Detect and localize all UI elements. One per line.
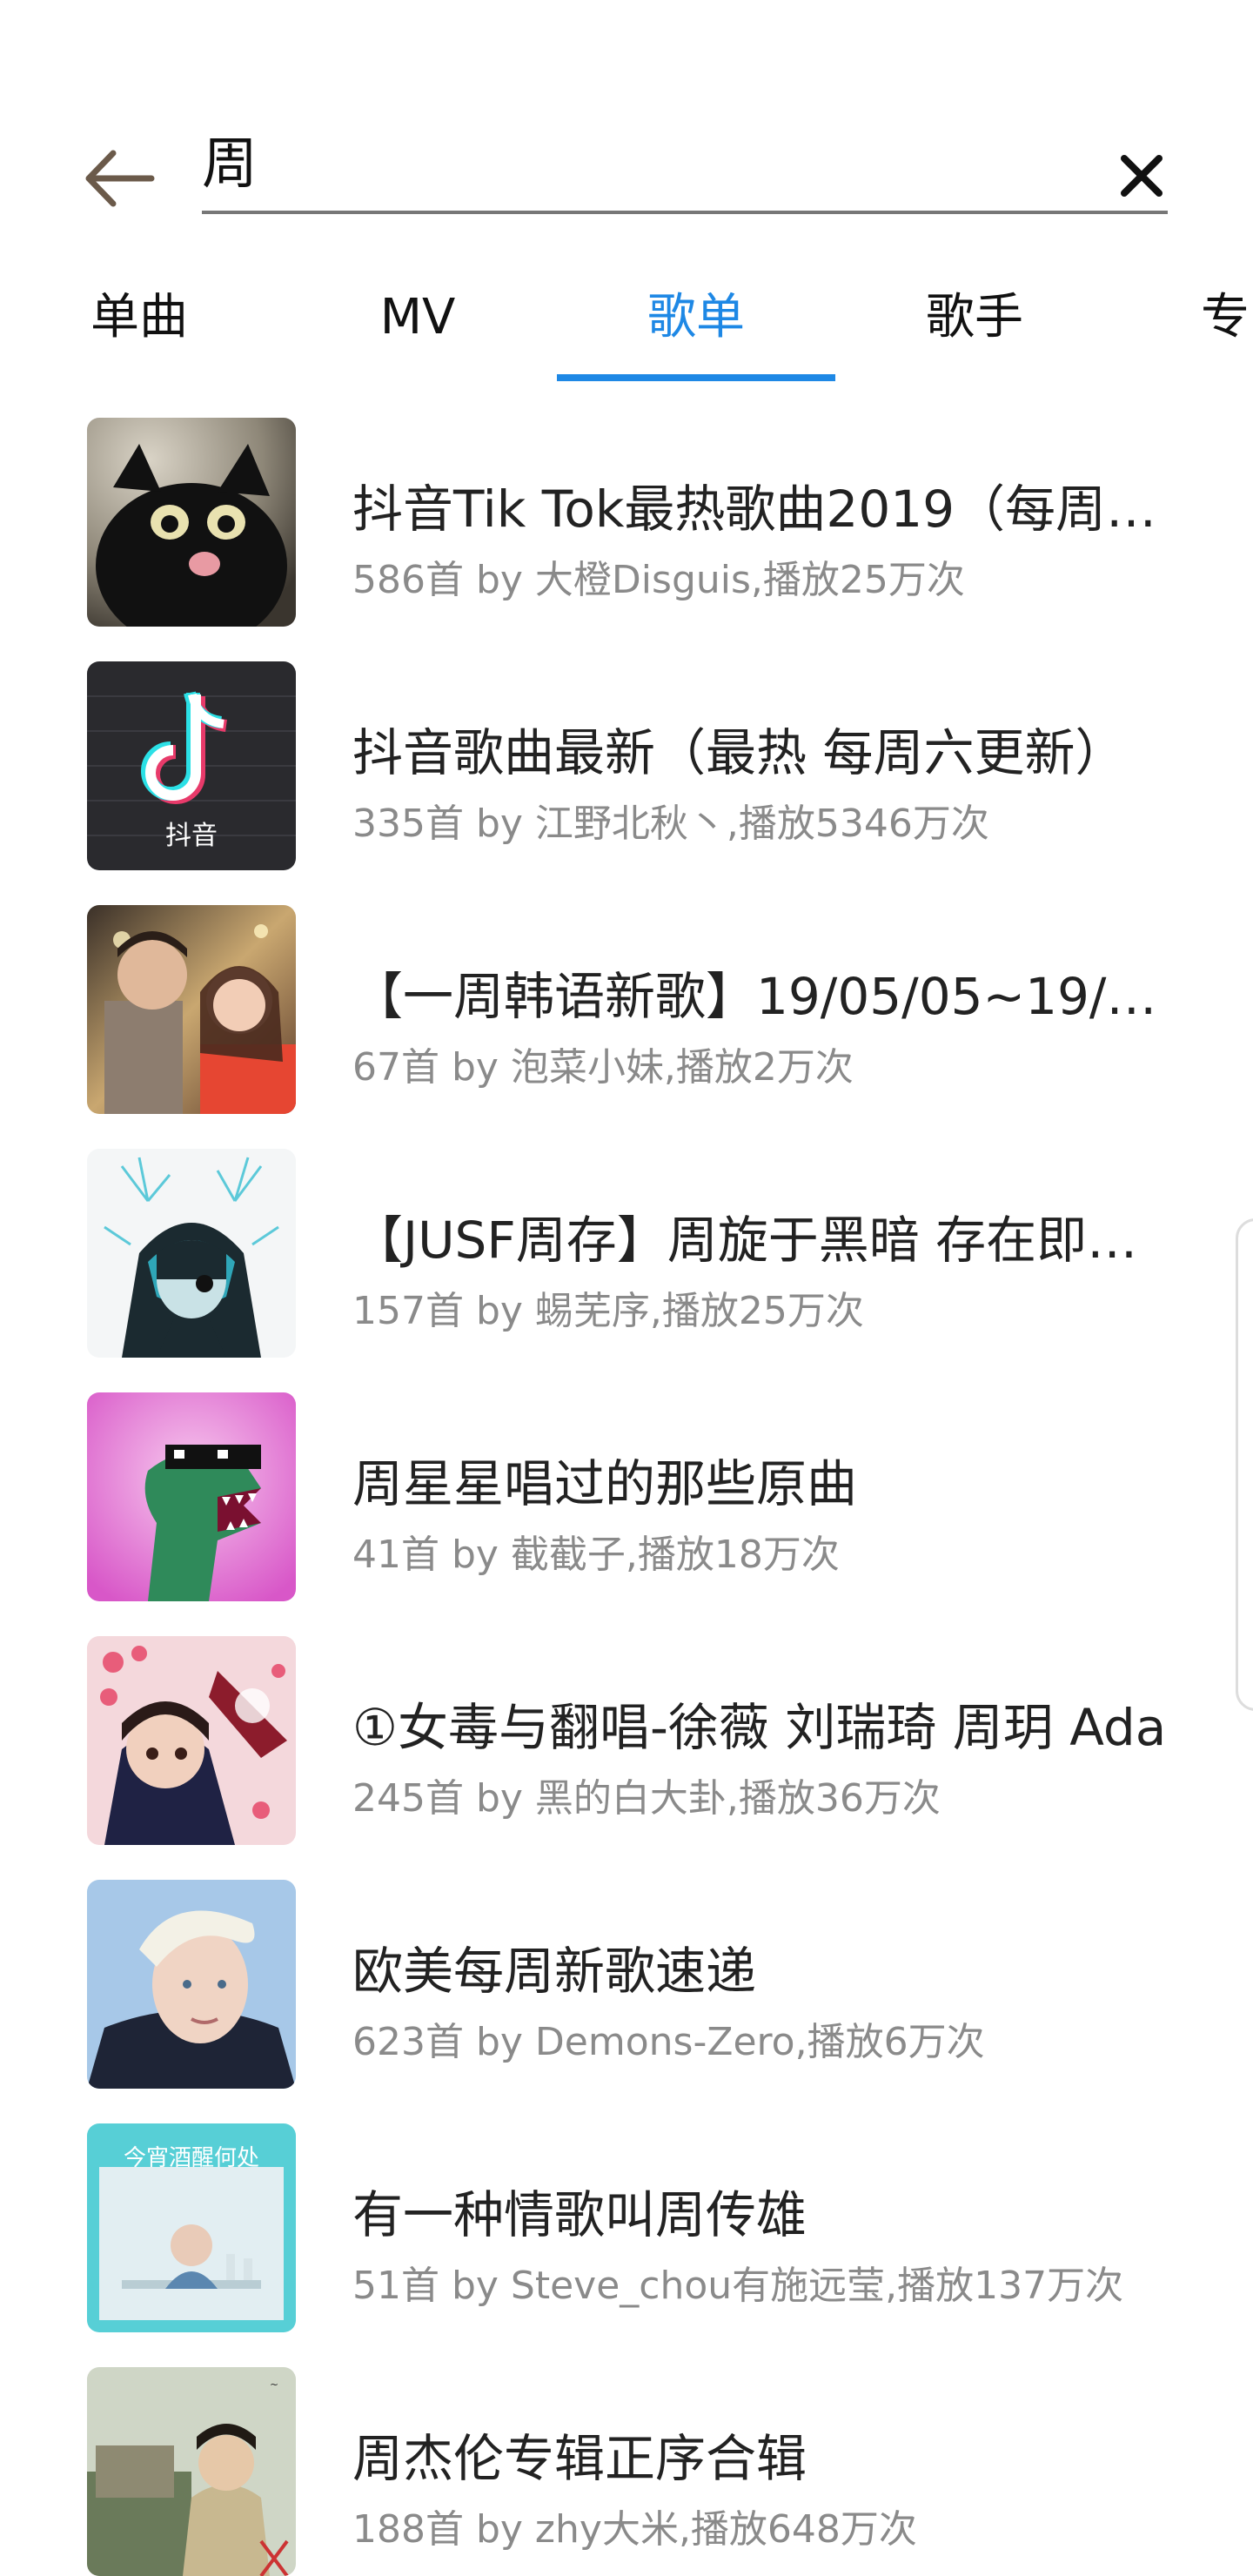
playlist-item[interactable]: 抖音 抖音歌曲最新（最热 每周六更新） 335首 by 江野北秋丶,播放5346… bbox=[0, 661, 1253, 905]
playlist-item[interactable]: ①女毒与翻唱-徐薇 刘瑞琦 周玥 Ada 245首 by 黑的白大卦,播放36万… bbox=[0, 1636, 1253, 1880]
search-input[interactable]: 周 bbox=[202, 125, 1168, 214]
playlist-meta: 335首 by 江野北秋丶,播放5346万次 bbox=[352, 802, 989, 846]
playlist-item[interactable]: 今宵酒醒何处 有一种情歌叫周传雄 51首 by Steve_chou有施远莹,播… bbox=[0, 2123, 1253, 2367]
tab-artists[interactable]: 歌手 bbox=[888, 265, 1062, 374]
playlist-title: 有一种情歌叫周传雄 bbox=[352, 2185, 807, 2244]
playlist-title: 周星星唱过的那些原曲 bbox=[352, 1454, 858, 1513]
playlist-title: 欧美每周新歌速递 bbox=[352, 1942, 757, 2001]
playlist-title: 【一周韩语新歌】19/05/05~19/… bbox=[352, 967, 1157, 1026]
svg-text:~: ~ bbox=[270, 2378, 278, 2391]
playlist-item[interactable]: 周星星唱过的那些原曲 41首 by 截截子,播放18万次 bbox=[0, 1392, 1253, 1636]
scrollbar[interactable] bbox=[1236, 1218, 1253, 1711]
playlist-item[interactable]: 【一周韩语新歌】19/05/05~19/… 67首 by 泡菜小妹,播放2万次 bbox=[0, 905, 1253, 1149]
cover-text: 抖音 bbox=[165, 821, 218, 851]
playlist-cover bbox=[87, 1149, 296, 1358]
playlist-item[interactable]: ~ 周杰伦专辑正序合辑 188首 by zhy大米,播放648万次 bbox=[0, 2367, 1253, 2576]
playlist-title: 抖音歌曲最新（最热 每周六更新） bbox=[352, 723, 1126, 782]
search-query: 周 bbox=[202, 132, 258, 197]
playlist-title: 【JUSF周存】周旋于黑暗 存在即… bbox=[352, 1211, 1138, 1270]
cover-text: 今宵酒醒何处 bbox=[124, 2145, 259, 2171]
close-icon bbox=[1121, 155, 1163, 197]
playlist-cover bbox=[87, 905, 296, 1114]
playlist-cover: 今宵酒醒何处 bbox=[87, 2123, 296, 2332]
tab-mv[interactable]: MV bbox=[331, 265, 505, 374]
playlist-title: 抖音Tik Tok最热歌曲2019（每周… bbox=[352, 480, 1157, 539]
tab-playlists[interactable]: 歌单 bbox=[609, 265, 783, 374]
playlist-meta: 51首 by Steve_chou有施远莹,播放137万次 bbox=[352, 2264, 1124, 2308]
active-tab-indicator bbox=[557, 374, 835, 381]
playlist-cover bbox=[87, 1636, 296, 1845]
search-results-page: 周 单曲 MV 歌单 歌手 专 抖音Tik Tok最热歌曲2019（每周… 58… bbox=[0, 0, 1253, 2576]
playlist-meta: 245首 by 黑的白大卦,播放36万次 bbox=[352, 1776, 941, 1821]
back-button[interactable] bbox=[78, 139, 157, 218]
playlist-item[interactable]: 欧美每周新歌速递 623首 by Demons-Zero,播放6万次 bbox=[0, 1880, 1253, 2123]
tab-albums[interactable]: 专 bbox=[1166, 265, 1253, 374]
playlist-meta: 623首 by Demons-Zero,播放6万次 bbox=[352, 2020, 985, 2064]
playlist-cover bbox=[87, 1880, 296, 2089]
search-bar: 周 bbox=[0, 104, 1253, 226]
playlist-cover bbox=[87, 418, 296, 627]
playlist-meta: 586首 by 大橙Disguis,播放25万次 bbox=[352, 558, 965, 602]
playlist-meta: 41首 by 截截子,播放18万次 bbox=[352, 1533, 840, 1577]
playlist-meta: 67首 by 泡菜小妹,播放2万次 bbox=[352, 1045, 854, 1090]
arrow-left-icon bbox=[85, 150, 155, 207]
playlist-meta: 157首 by 蜴芜序,播放25万次 bbox=[352, 1289, 864, 1333]
playlist-cover: ~ bbox=[87, 2367, 296, 2576]
playlist-cover bbox=[87, 1392, 296, 1601]
clear-button[interactable] bbox=[1116, 150, 1168, 202]
playlist-item[interactable]: 抖音Tik Tok最热歌曲2019（每周… 586首 by 大橙Disguis,… bbox=[0, 418, 1253, 661]
playlist-meta: 188首 by zhy大米,播放648万次 bbox=[352, 2507, 917, 2552]
playlist-title: 周杰伦专辑正序合辑 bbox=[352, 2429, 807, 2488]
playlist-cover: 抖音 bbox=[87, 661, 296, 870]
category-tabs: 单曲 MV 歌单 歌手 专 bbox=[0, 265, 1253, 383]
playlist-title: ①女毒与翻唱-徐薇 刘瑞琦 周玥 Ada bbox=[352, 1698, 1167, 1757]
tab-songs[interactable]: 单曲 bbox=[52, 265, 226, 374]
playlist-item[interactable]: 【JUSF周存】周旋于黑暗 存在即… 157首 by 蜴芜序,播放25万次 bbox=[0, 1149, 1253, 1392]
